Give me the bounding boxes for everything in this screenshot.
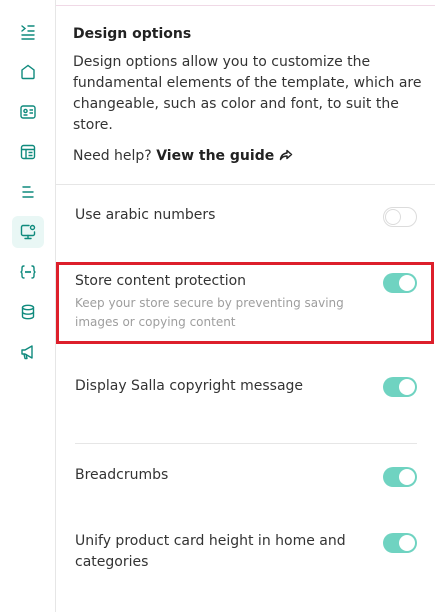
page-title: Design options (73, 26, 192, 42)
sidebar-item-profile[interactable] (12, 96, 44, 128)
megaphone-icon (21, 345, 33, 360)
option-label: Use arabic numbers (75, 207, 216, 223)
toggle-knob (399, 535, 415, 551)
share-arrow-icon (279, 149, 293, 161)
option-label: Display Salla copyright message (75, 378, 304, 394)
view-guide-link[interactable]: View the guide (156, 148, 293, 164)
sidebar-item-code[interactable] (12, 256, 44, 288)
collapse-menu-icon (21, 25, 35, 40)
intro-section: Design options Design options allow you … (73, 26, 423, 164)
menu-lines-icon (22, 186, 34, 198)
breadcrumbs-toggle[interactable] (383, 467, 417, 487)
option-label: Store content protection (75, 273, 247, 289)
content-protection-toggle[interactable] (383, 273, 417, 293)
sidebar-item-design-options[interactable] (12, 216, 44, 248)
code-braces-icon (20, 265, 36, 279)
unify-card-height-toggle[interactable] (383, 533, 417, 553)
page-description: Design options allow you to customize th… (73, 54, 422, 133)
arabic-numbers-toggle[interactable] (383, 207, 417, 227)
option-unify-card-height: Unify product card height in home and ca… (75, 531, 417, 573)
design-options-panel: Design options Design options allow you … (56, 0, 435, 612)
view-guide-label: View the guide (156, 148, 275, 164)
toggle-knob (399, 379, 415, 395)
sidebar-item-database[interactable] (12, 296, 44, 328)
help-text: Need help? (73, 148, 152, 164)
option-description: Keep your store secure by preventing sav… (75, 296, 344, 329)
section-divider (56, 184, 435, 185)
salla-copyright-toggle[interactable] (383, 377, 417, 397)
sidebar-item-home[interactable] (12, 56, 44, 88)
sidebar-item-menus[interactable] (12, 176, 44, 208)
home-icon (21, 64, 35, 80)
toggle-knob (385, 209, 401, 225)
toggle-knob (399, 469, 415, 485)
sidebar-item-marketing[interactable] (12, 336, 44, 368)
toggle-knob (399, 275, 415, 291)
option-content-protection: Store content protection Keep your store… (75, 271, 417, 332)
help-line: Need help? View the guide (73, 148, 423, 164)
option-divider (75, 443, 417, 444)
option-label: Unify product card height in home and ca… (75, 533, 346, 570)
design-options-icon (20, 224, 36, 240)
option-salla-copyright: Display Salla copyright message (75, 376, 417, 397)
template-icon (20, 144, 36, 160)
sidebar-item-collapse[interactable] (12, 16, 44, 48)
database-icon (21, 304, 35, 320)
id-card-icon (20, 105, 36, 119)
sidebar (0, 0, 56, 612)
option-label: Breadcrumbs (75, 467, 169, 483)
option-arabic-numbers: Use arabic numbers (75, 205, 417, 227)
option-breadcrumbs: Breadcrumbs (75, 465, 417, 487)
sidebar-item-templates[interactable] (12, 136, 44, 168)
